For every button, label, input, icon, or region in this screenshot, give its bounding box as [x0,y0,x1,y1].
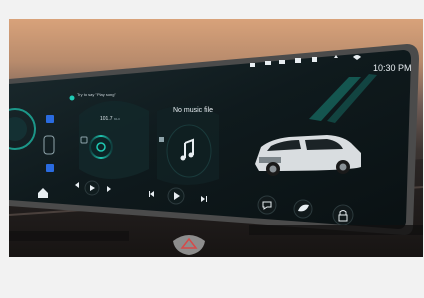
chat-button[interactable] [257,195,277,215]
car-status-icon [279,60,285,64]
page-background [0,257,424,298]
voice-assistant-icon[interactable] [69,95,75,101]
voice-prompt: Try to say "Play song" [77,92,116,97]
music-source-icon[interactable] [159,137,164,142]
air-vent [249,225,423,235]
dashboard-scene [9,44,423,257]
status-time: 10:30 PM [373,63,412,73]
air-vent [9,231,129,241]
car-dashboard-photo: Try to say "Play song" 10:30 PM 101.7 MH… [9,19,423,257]
music-title: No music file [173,107,214,114]
bluetooth-icon [250,63,255,67]
music-note-head [188,152,194,158]
music-note-head [180,155,186,161]
radio-card-bg [79,100,149,179]
skip-forward-bar [206,196,207,202]
radio-frequency-value: 101.7 [100,116,113,122]
settings-app-icon[interactable] [46,164,54,172]
album-art [166,124,212,178]
skip-back-bar [149,191,150,197]
radio-frequency: 101.7 MHz [100,116,120,122]
phone-icon [312,57,317,62]
signal-icon [265,61,271,65]
nav-app-icon[interactable] [46,115,54,123]
user-icon [295,58,301,63]
radio-dial-icon[interactable] [89,135,113,159]
radio-unit: MHz [113,117,121,121]
